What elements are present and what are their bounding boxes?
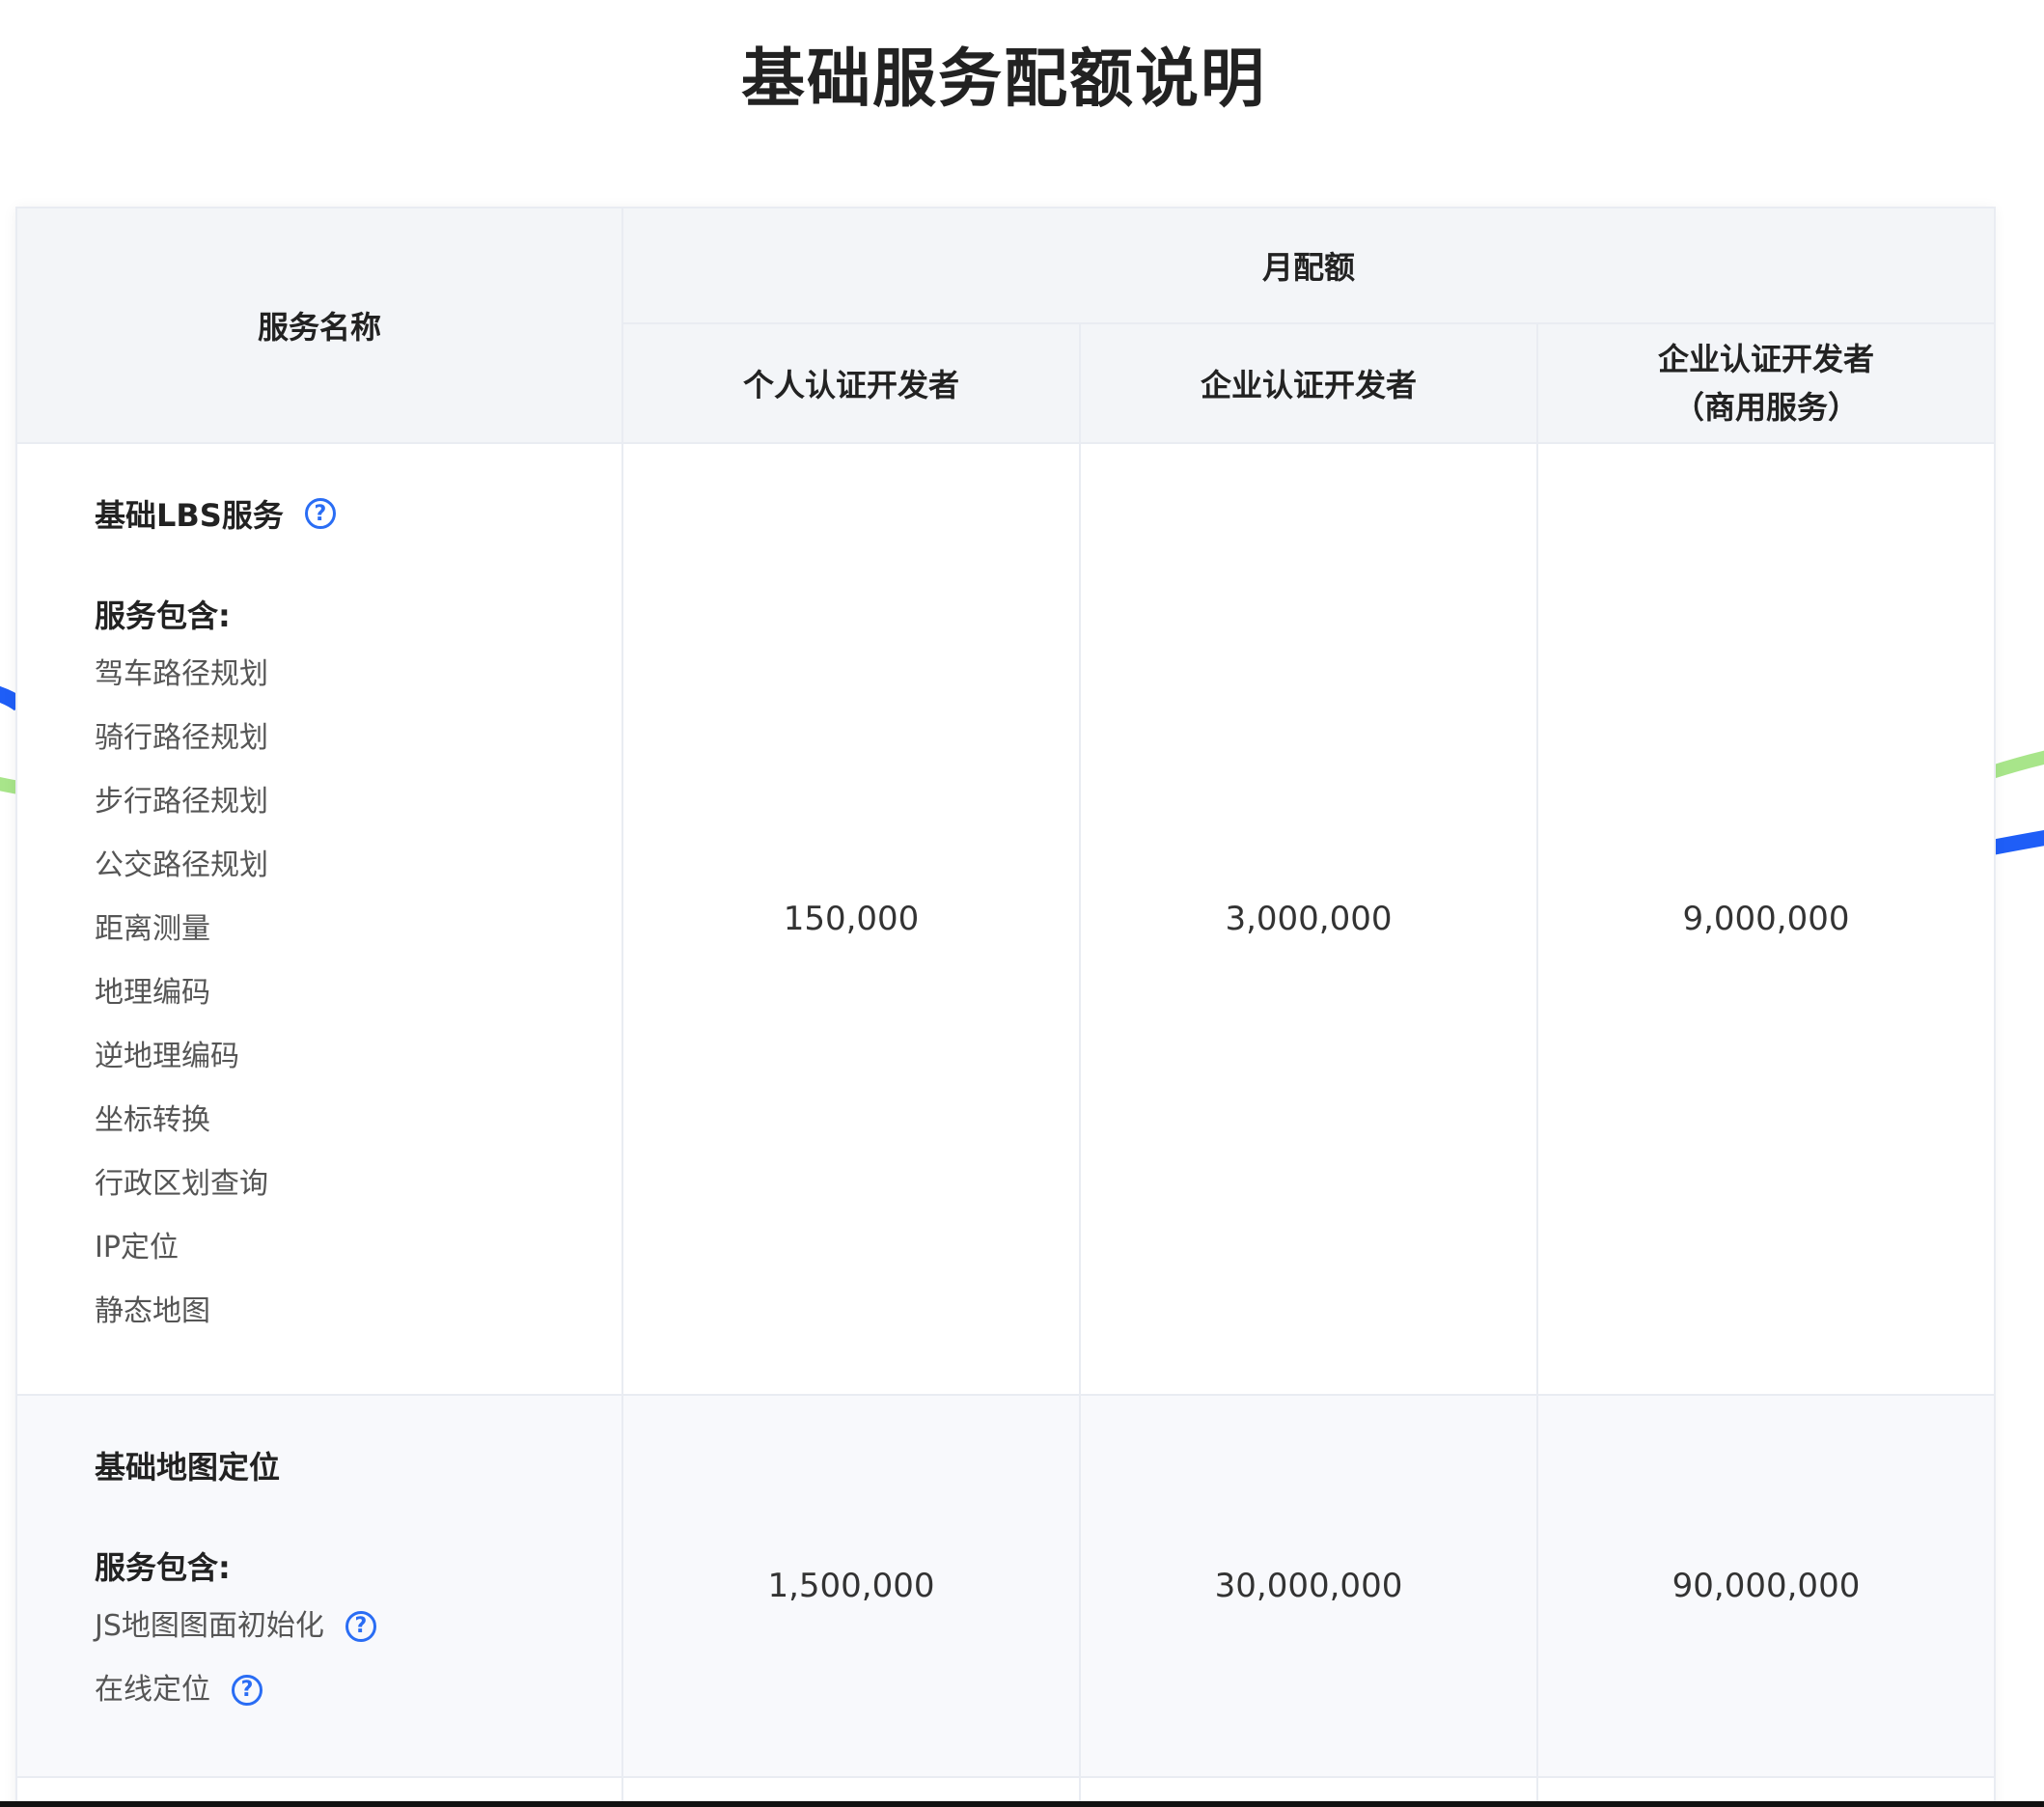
table-row: 基础地图定位 服务包含: JS地图图面初始化 ? 在线定位 ? 1,500,00… [15, 1394, 1996, 1778]
list-item: JS地图图面初始化 ? [95, 1595, 621, 1658]
service-items-list: JS地图图面初始化 ? 在线定位 ? [95, 1595, 621, 1722]
service-name-label: 基础LBS服务 [95, 497, 284, 534]
list-item: 步行路径规划 [95, 785, 268, 819]
header-personal-developer: 个人认证开发者 [621, 322, 1081, 444]
page: 基础服务配额说明 服务名称 月配额 个人认证开发者 企业认证开发者 企业认证开发… [0, 0, 2044, 1807]
list-item: 距离测量 [95, 912, 210, 946]
list-item: 地理编码 [95, 976, 210, 1010]
list-item: IP定位 [95, 1231, 179, 1265]
list-item: 驾车路径规划 [95, 657, 268, 691]
service-cell: 基础LBS服务 ? 服务包含: 驾车路径规划 骑行路径规划 步行路径规划 公交路… [15, 442, 623, 1396]
quota-enterprise: 30,000,000 [1079, 1394, 1538, 1778]
quota-table-card: 服务名称 月配额 个人认证开发者 企业认证开发者 企业认证开发者 （商用服务） [15, 207, 1996, 1807]
help-icon[interactable]: ? [304, 498, 336, 529]
service-includes-label: 服务包含: [95, 598, 231, 634]
header-monthly-quota: 月配额 [621, 207, 1996, 324]
service-cell: 基础地图定位 服务包含: JS地图图面初始化 ? 在线定位 ? [15, 1394, 623, 1778]
help-icon[interactable]: ? [232, 1675, 262, 1706]
header-service-name: 服务名称 [15, 207, 623, 444]
quota-personal: 150,000 [621, 442, 1081, 1396]
table-row: 基础LBS服务 ? 服务包含: 驾车路径规划 骑行路径规划 步行路径规划 公交路… [15, 442, 1996, 1396]
bottom-edge [0, 1801, 2044, 1807]
quota-table: 服务名称 月配额 个人认证开发者 企业认证开发者 企业认证开发者 （商用服务） [15, 207, 1996, 1807]
service-includes-label: 服务包含: [95, 1549, 231, 1586]
service-name-label: 基础地图定位 [95, 1449, 281, 1486]
list-item: 逆地理编码 [95, 1040, 239, 1073]
list-item-label: JS地图图面初始化 [95, 1609, 324, 1643]
list-item-label: 在线定位 [95, 1673, 210, 1707]
deco-blue-curve-right [1990, 829, 2044, 855]
service-name: 基础LBS服务 ? [95, 494, 621, 534]
list-item: 在线定位 ? [95, 1658, 621, 1722]
service-items-list: 驾车路径规划 骑行路径规划 步行路径规划 公交路径规划 距离测量 地理编码 逆地… [95, 643, 621, 1344]
quota-enterprise-commercial: 90,000,000 [1536, 1394, 1996, 1778]
list-item: 骑行路径规划 [95, 721, 268, 755]
page-title: 基础服务配额说明 [741, 42, 1266, 116]
header-enterprise-commercial-line2: （商用服务） [1672, 389, 1859, 426]
quota-enterprise-commercial: 9,000,000 [1536, 442, 1996, 1396]
deco-green-curve-right [1989, 750, 2044, 779]
header-enterprise-commercial: 企业认证开发者 （商用服务） [1536, 322, 1996, 444]
list-item: 行政区划查询 [95, 1167, 268, 1201]
header-enterprise-developer: 企业认证开发者 [1079, 322, 1538, 444]
list-item: 公交路径规划 [95, 848, 268, 882]
quota-enterprise: 3,000,000 [1079, 442, 1538, 1396]
list-item: 静态地图 [95, 1294, 210, 1328]
help-icon[interactable]: ? [345, 1611, 376, 1642]
service-name: 基础地图定位 [95, 1446, 621, 1486]
list-item: 坐标转换 [95, 1103, 210, 1137]
header-enterprise-commercial-line1: 企业认证开发者 [1657, 341, 1874, 377]
quota-personal: 1,500,000 [621, 1394, 1081, 1778]
